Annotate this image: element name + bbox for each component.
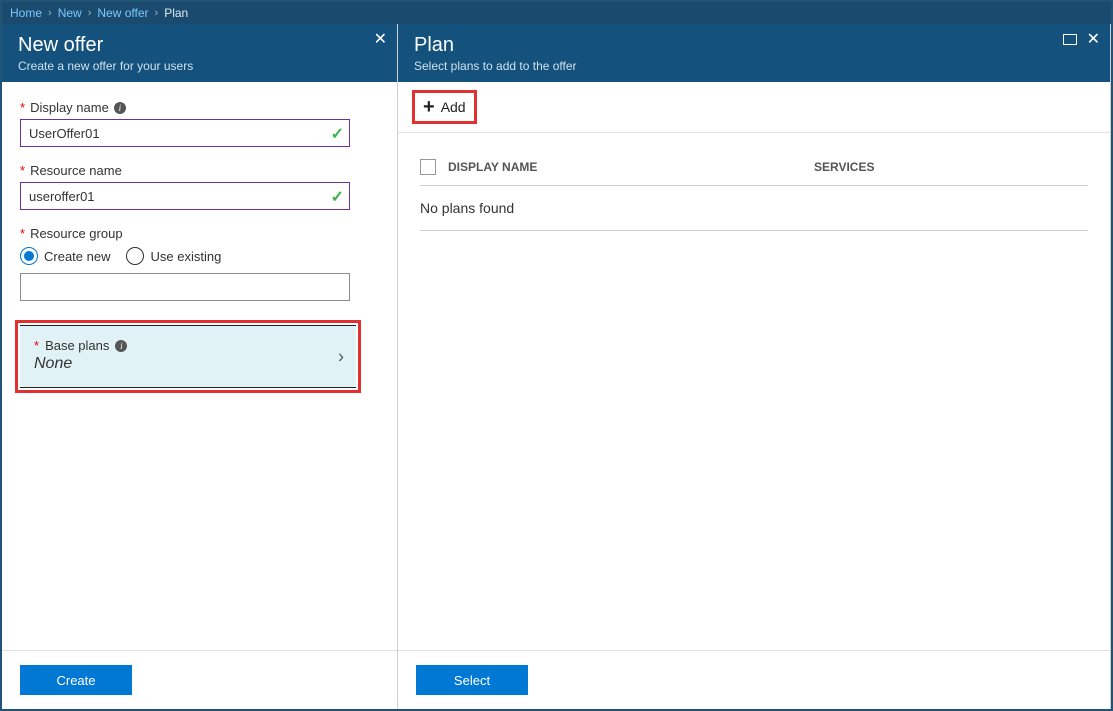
blade-title: Plan (414, 34, 1094, 57)
close-icon[interactable]: ✕ (374, 32, 387, 48)
blade-subtitle: Create a new offer for your users (18, 59, 381, 73)
info-icon[interactable]: i (114, 102, 126, 114)
chevron-right-icon: › (155, 7, 159, 19)
select-all-checkbox[interactable] (420, 159, 436, 175)
breadcrumb: Home › New › New offer › Plan (2, 2, 1111, 24)
column-display-name[interactable]: DISPLAY NAME (448, 160, 537, 174)
chevron-right-icon: › (338, 346, 344, 367)
select-button[interactable]: Select (416, 665, 528, 695)
breadcrumb-new[interactable]: New (58, 6, 82, 20)
resource-name-label: * Resource name (20, 163, 379, 178)
breadcrumb-new-offer[interactable]: New offer (97, 6, 148, 20)
empty-message: No plans found (420, 186, 1088, 231)
blade-title: New offer (18, 34, 381, 57)
breadcrumb-home[interactable]: Home (10, 6, 42, 20)
display-name-input[interactable] (20, 119, 350, 147)
blade-header: New offer Create a new offer for your us… (2, 24, 397, 82)
display-name-label: * Display name i (20, 100, 379, 115)
checkmark-icon: ✓ (331, 187, 344, 207)
plus-icon: + (423, 97, 435, 117)
checkmark-icon: ✓ (331, 124, 344, 144)
blade-header: Plan Select plans to add to the offer ✕ (398, 24, 1110, 82)
base-plans-value: None (34, 355, 342, 373)
breadcrumb-plan: Plan (164, 6, 188, 20)
base-plans-selector[interactable]: * Base plans i None › (20, 325, 356, 388)
radio-create-new[interactable]: Create new (20, 247, 110, 265)
radio-use-existing[interactable]: Use existing (126, 247, 221, 265)
table-header: DISPLAY NAME SERVICES (420, 149, 1088, 186)
blade-new-offer: New offer Create a new offer for your us… (2, 24, 398, 709)
add-button[interactable]: + Add (415, 93, 474, 121)
resource-group-input[interactable] (20, 273, 350, 301)
restore-icon[interactable] (1063, 32, 1077, 49)
blade-plan: Plan Select plans to add to the offer ✕ … (398, 24, 1111, 709)
blade-subtitle: Select plans to add to the offer (414, 59, 1094, 73)
resource-group-label: * Resource group (20, 226, 379, 241)
chevron-right-icon: › (48, 7, 52, 19)
required-indicator: * (20, 100, 25, 115)
info-icon[interactable]: i (115, 340, 127, 352)
column-services[interactable]: SERVICES (814, 160, 874, 174)
required-indicator: * (20, 226, 25, 241)
required-indicator: * (20, 163, 25, 178)
toolbar: + Add (398, 82, 1110, 133)
chevron-right-icon: › (88, 7, 92, 19)
required-indicator: * (34, 338, 39, 353)
resource-name-input[interactable] (20, 182, 350, 210)
create-button[interactable]: Create (20, 665, 132, 695)
close-icon[interactable]: ✕ (1087, 32, 1100, 49)
